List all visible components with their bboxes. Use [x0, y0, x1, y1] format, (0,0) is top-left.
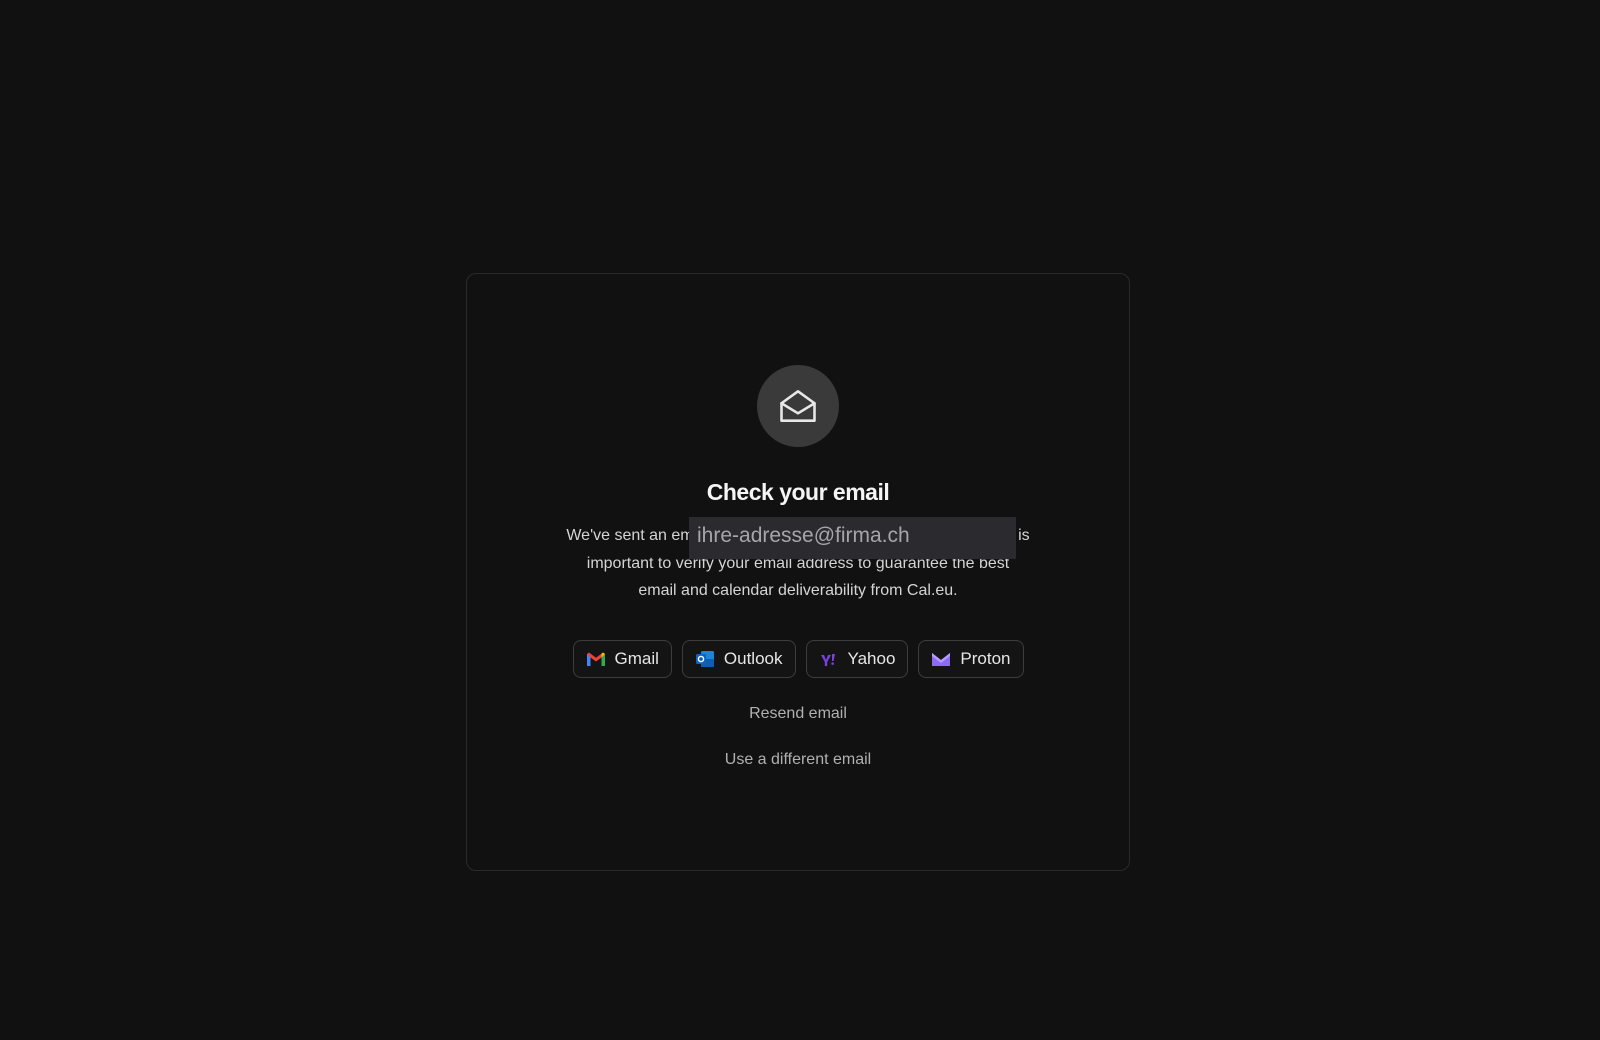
resend-email-link[interactable]: Resend email	[467, 705, 1129, 723]
page-title: Check your email	[706, 479, 890, 505]
yahoo-button[interactable]: Yahoo	[805, 640, 909, 678]
outlook-label: Outlook	[723, 649, 783, 668]
description-line-3: email and calendar deliverability from C…	[638, 582, 958, 599]
email-address-overlay: ihre-adresse@firma.ch	[689, 517, 1016, 559]
yahoo-label: Yahoo	[847, 649, 896, 668]
yahoo-icon	[819, 649, 839, 669]
use-different-email-link[interactable]: Use a different email	[467, 751, 1129, 769]
proton-button[interactable]: Proton	[918, 640, 1024, 678]
gmail-button[interactable]: Gmail	[572, 640, 672, 678]
proton-icon	[931, 649, 951, 669]
gmail-icon	[586, 649, 606, 669]
envelope-open-icon	[757, 365, 839, 447]
gmail-label: Gmail	[614, 649, 659, 668]
proton-label: Proton	[960, 649, 1011, 668]
description-suffix: is	[1013, 527, 1030, 544]
description-prefix: We've sent an em	[566, 527, 694, 544]
verification-card: Check your email We've sent an em is imp…	[466, 273, 1130, 871]
outlook-icon	[695, 649, 715, 669]
email-provider-buttons: Gmail Outlook Yahoo Proton	[467, 640, 1129, 678]
outlook-button[interactable]: Outlook	[681, 640, 796, 678]
